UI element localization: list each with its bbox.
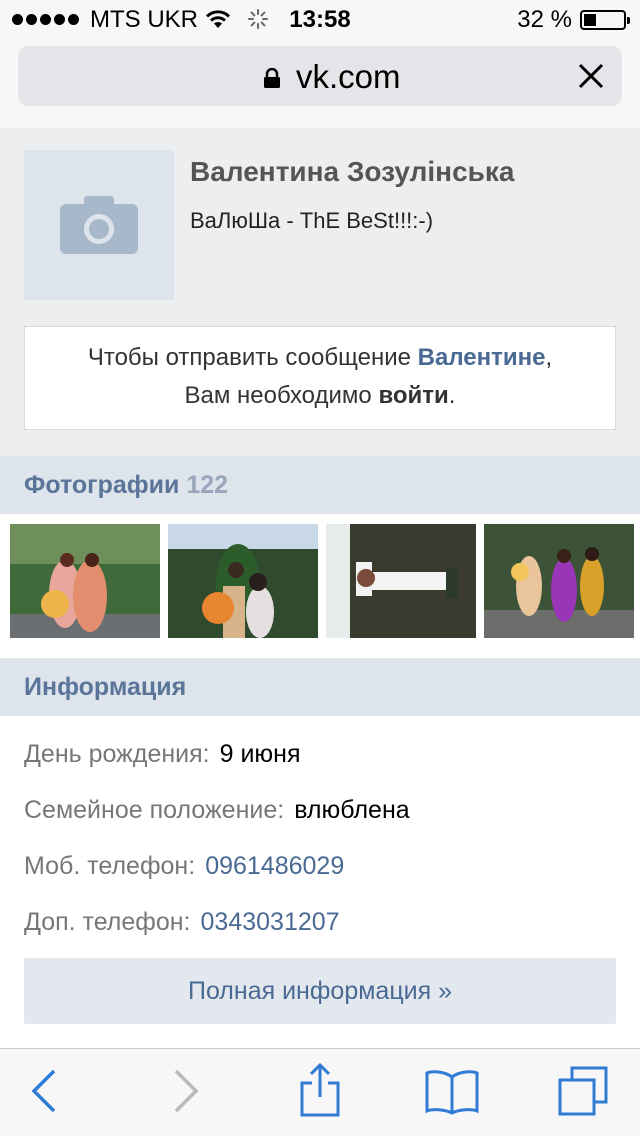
photos-title: Фотографии (24, 471, 180, 499)
profile-name: Валентина Зозулінська (190, 156, 515, 187)
share-icon[interactable] (298, 1063, 342, 1117)
prompt-text-2: Вам необходимо (184, 382, 372, 409)
info-row-extra-phone: Доп. телефон: 0343031207 (24, 908, 340, 937)
info-section: День рождения: 9 июня Семейное положение:… (0, 716, 640, 1046)
login-prompt: Чтобы отправить сообщение Валентине, Вам… (24, 326, 616, 430)
photo-2[interactable] (168, 524, 318, 638)
mobile-phone-link[interactable]: 0961486029 (205, 852, 344, 880)
avatar[interactable] (24, 150, 174, 300)
back-icon[interactable] (30, 1067, 58, 1115)
prompt-text: Чтобы отправить сообщение (87, 344, 411, 371)
status-bar: MTS UKR 13:58 32 % (0, 0, 640, 40)
photos-count: 122 (186, 471, 229, 499)
info-label: День рождения: (24, 740, 210, 768)
info-row-relationship: Семейное положение: влюблена (24, 796, 410, 825)
photo-4[interactable] (484, 524, 634, 638)
login-link[interactable]: войти (378, 382, 448, 409)
camera-icon (60, 196, 138, 254)
browser-toolbar (0, 1048, 640, 1136)
info-section-header: Информация (0, 658, 640, 716)
info-title: Информация (24, 673, 187, 701)
battery-icon (580, 10, 630, 30)
tabs-icon[interactable] (556, 1065, 610, 1119)
info-label: Моб. телефон: (24, 852, 196, 880)
photos-section-header[interactable]: Фотографии 122 (0, 456, 640, 514)
full-info-button[interactable]: Полная информация » (24, 958, 616, 1024)
address-bar[interactable]: vk.com (18, 46, 622, 106)
photo-1[interactable] (10, 524, 160, 638)
info-value: 9 июня (219, 740, 301, 768)
profile-header: Валентина Зозулінська ВаЛюШа - ThE BeSt!… (0, 128, 640, 458)
info-label: Семейное положение: (24, 796, 285, 824)
extra-phone-link[interactable]: 0343031207 (201, 908, 340, 936)
url-text[interactable]: vk.com (296, 58, 401, 96)
bookmarks-icon[interactable] (424, 1069, 480, 1115)
info-value: влюблена (294, 796, 410, 824)
battery-percent: 32 % (517, 6, 572, 33)
photos-strip (0, 514, 640, 658)
info-row-birthday: День рождения: 9 июня (24, 740, 301, 769)
browser-address-area: vk.com (0, 40, 640, 168)
profile-status: ВаЛюШа - ThE BeSt!!!:-) (190, 208, 434, 233)
photo-3[interactable] (326, 524, 476, 638)
forward-icon[interactable] (172, 1067, 200, 1115)
lock-icon (264, 68, 280, 88)
info-row-mobile: Моб. телефон: 0961486029 (24, 852, 344, 881)
info-label: Доп. телефон: (24, 908, 191, 936)
recipient-link[interactable]: Валентине (418, 344, 546, 371)
close-icon[interactable] (574, 59, 608, 93)
